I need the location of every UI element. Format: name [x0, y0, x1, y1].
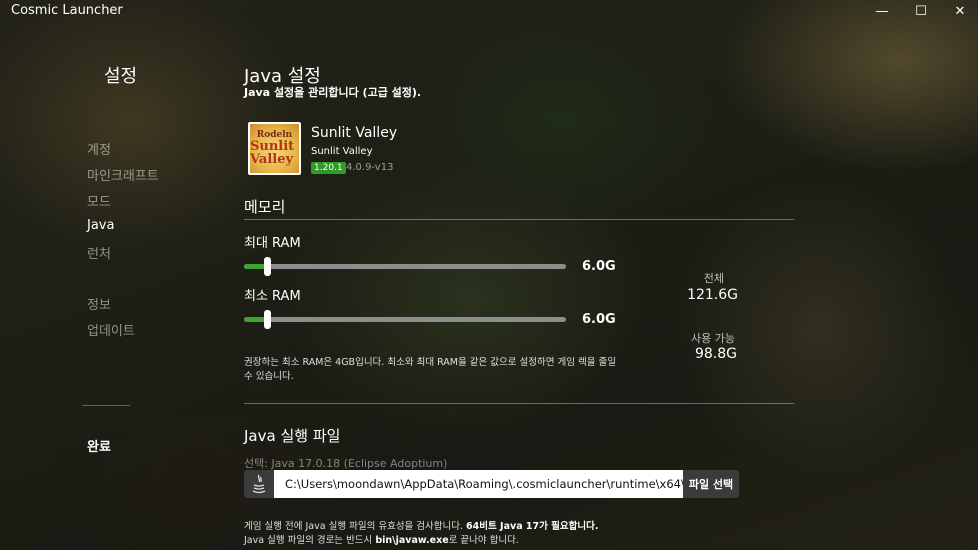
close-button[interactable]: ✕ — [945, 2, 975, 20]
memory-section-title: 메모리 — [244, 198, 286, 216]
total-ram-value: 121.6G — [687, 287, 738, 303]
java-path-note-suffix: 로 끝나야 합니다. — [448, 535, 519, 546]
minimize-button[interactable]: — — [867, 2, 897, 20]
java-validation-note-bold: 64비트 Java 17가 필요합니다. — [466, 521, 599, 532]
total-ram-label: 전체 — [703, 272, 724, 285]
max-ram-slider[interactable] — [244, 257, 566, 276]
modpack-version: 4.0.9-v13 — [346, 162, 394, 173]
min-ram-value: 6.0G — [582, 312, 616, 327]
sidebar-item-account[interactable]: 계정 — [87, 139, 111, 158]
java-path-note: Java 실행 파일의 경로는 반드시 bin\javaw.exe로 끝나야 합… — [244, 532, 519, 546]
max-ram-label: 최대 RAM — [244, 236, 301, 251]
sidebar-item-minecraft[interactable]: 마인크래프트 — [87, 165, 159, 184]
java-validation-note: 게임 실행 전에 Java 실행 파일의 유효성을 검사합니다. 64비트 Ja… — [244, 518, 599, 532]
page-subtitle: Java 설정을 관리합니다 (고급 설정). — [244, 86, 422, 99]
memory-divider — [244, 219, 794, 220]
sidebar-divider — [82, 405, 130, 406]
java-icon — [244, 470, 274, 498]
sidebar-item-launcher[interactable]: 런처 — [87, 243, 111, 262]
java-path-note-bold: bin\javaw.exe — [375, 535, 449, 546]
done-button[interactable]: 완료 — [87, 436, 111, 455]
minecraft-version-badge: 1.20.1 — [311, 162, 346, 174]
sidebar-item-update[interactable]: 업데이트 — [87, 320, 135, 339]
browse-file-button[interactable]: 파일 선택 — [683, 470, 739, 498]
available-ram-label: 사용 가능 — [691, 332, 735, 345]
sidebar-item-java[interactable]: Java — [87, 218, 114, 233]
java-path-input[interactable] — [274, 470, 684, 498]
max-ram-value: 6.0G — [582, 259, 616, 274]
modpack-icon: Rodeln Sunlit Valley — [248, 122, 301, 175]
maximize-button[interactable]: ☐ — [906, 2, 936, 20]
selected-java-label: 선택: Java 17.0.18 (Eclipse Adoptium) — [244, 457, 448, 470]
java-divider — [244, 403, 794, 404]
title-bar: Cosmic Launcher — ☐ ✕ — [0, 0, 978, 22]
app-title: Cosmic Launcher — [11, 3, 123, 18]
java-path-note-text: Java 실행 파일의 경로는 반드시 — [244, 535, 376, 546]
ram-recommendation-note: 권장하는 최소 RAM은 4GB입니다. 최소와 최대 RAM을 같은 값으로 … — [244, 357, 616, 382]
min-ram-slider[interactable] — [244, 310, 566, 329]
sidebar-item-mods[interactable]: 모드 — [87, 191, 111, 210]
sidebar-title: 설정 — [104, 66, 138, 87]
background-overlay — [0, 0, 978, 550]
max-ram-slider-thumb[interactable] — [264, 257, 271, 276]
java-exec-section-title: Java 실행 파일 — [244, 427, 341, 445]
available-ram-value: 98.8G — [694, 346, 737, 362]
java-validation-note-text: 게임 실행 전에 Java 실행 파일의 유효성을 검사합니다. — [244, 521, 467, 532]
modpack-author: Sunlit Valley — [311, 146, 373, 157]
modpack-icon-text-main: Sunlit Valley — [250, 139, 295, 167]
min-ram-label: 최소 RAM — [244, 289, 301, 304]
min-ram-slider-thumb[interactable] — [264, 310, 271, 329]
sidebar-item-about[interactable]: 정보 — [87, 294, 111, 313]
modpack-name: Sunlit Valley — [311, 125, 398, 141]
